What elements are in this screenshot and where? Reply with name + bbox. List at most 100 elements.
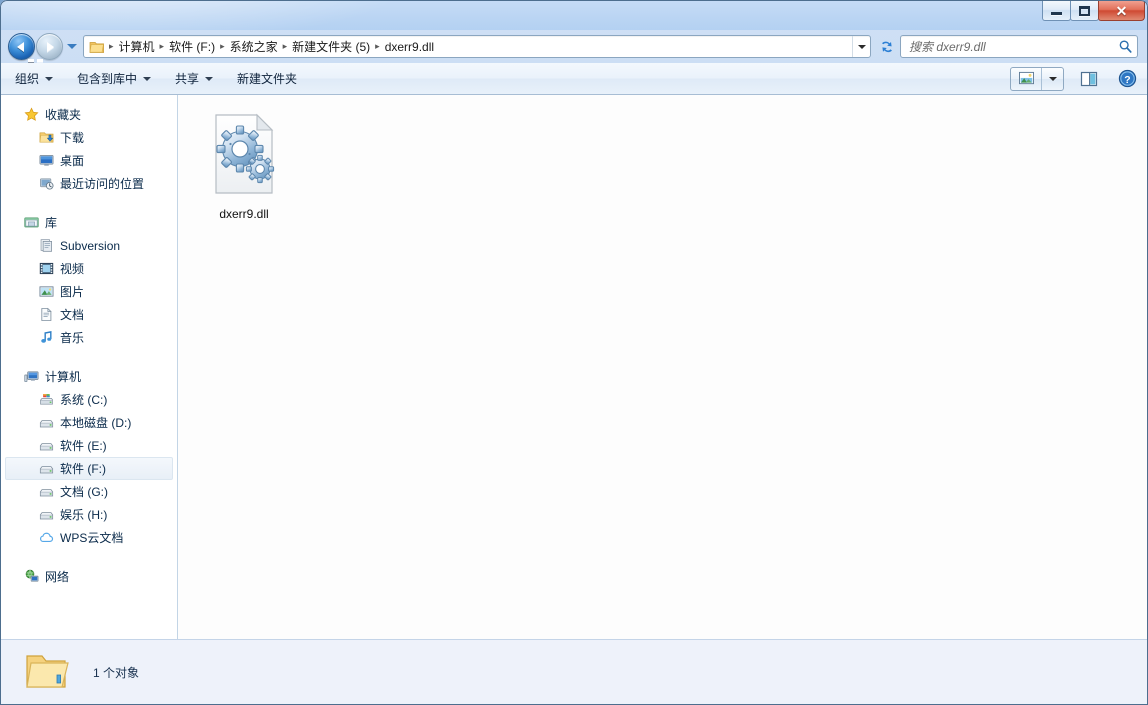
sidebar-label: 软件 (E:) <box>60 437 107 454</box>
sidebar-item-downloads[interactable]: 下载 <box>1 126 177 149</box>
sidebar-label: 系统 (C:) <box>60 391 107 408</box>
include-in-library-label: 包含到库中 <box>77 70 137 87</box>
sidebar-item-drive-g[interactable]: 文档 (G:) <box>1 480 177 503</box>
breadcrumb-separator: ▸ <box>219 41 226 52</box>
organize-label: 组织 <box>15 70 39 87</box>
sidebar-label: 网络 <box>45 568 69 585</box>
minimize-icon <box>1051 12 1062 15</box>
forward-button[interactable] <box>36 33 63 60</box>
sidebar-label: 计算机 <box>45 368 81 385</box>
sidebar-label: 文档 <box>60 306 84 323</box>
address-history-button[interactable] <box>852 36 870 57</box>
sidebar-label: 收藏夹 <box>45 106 81 123</box>
navigation-buttons <box>8 33 79 60</box>
system-drive-icon <box>38 392 54 408</box>
sidebar-item-drive-h[interactable]: 娱乐 (H:) <box>1 503 177 526</box>
sidebar-item-network[interactable]: 网络 <box>1 565 177 588</box>
breadcrumb-separator: ▸ <box>374 41 381 52</box>
recent-pages-button[interactable] <box>65 37 79 57</box>
sidebar-section-libraries: 库 Subversion <box>1 211 177 349</box>
star-icon <box>23 107 39 123</box>
maximize-button[interactable] <box>1070 1 1099 21</box>
recent-places-icon <box>38 176 54 192</box>
sidebar-item-recent-places[interactable]: 最近访问的位置 <box>1 172 177 195</box>
chevron-down-icon <box>143 77 151 81</box>
breadcrumb-item-new-folder-5[interactable]: 新建文件夹 (5) <box>288 37 374 56</box>
cloud-icon <box>38 530 54 546</box>
sidebar-item-computer[interactable]: 计算机 <box>1 365 177 388</box>
share-label: 共享 <box>175 70 199 87</box>
include-in-library-button[interactable]: 包含到库中 <box>67 67 161 91</box>
sidebar-item-drive-d[interactable]: 本地磁盘 (D:) <box>1 411 177 434</box>
window-controls: ✕ <box>1043 1 1145 23</box>
arrow-right-icon <box>47 42 54 52</box>
sidebar-label: Subversion <box>60 239 120 253</box>
dll-gears-icon <box>211 113 277 200</box>
refresh-button[interactable] <box>876 35 898 58</box>
new-folder-button[interactable]: 新建文件夹 <box>227 67 307 91</box>
sidebar-item-desktop[interactable]: 桌面 <box>1 149 177 172</box>
breadcrumb-item-drive-f[interactable]: 软件 (F:) <box>165 37 219 56</box>
sidebar-label: WPS云文档 <box>60 529 123 546</box>
close-icon: ✕ <box>1116 4 1128 18</box>
desktop-icon <box>38 153 54 169</box>
chevron-down-icon <box>205 77 213 81</box>
drive-icon <box>38 438 54 454</box>
explorer-window: ✕ ▸ 计算机 <box>0 0 1148 705</box>
breadcrumb-item-computer[interactable]: 计算机 <box>115 37 159 56</box>
document-icon <box>38 307 54 323</box>
back-button[interactable] <box>8 33 35 60</box>
folder-icon <box>23 648 71 696</box>
search-icon <box>1113 39 1137 54</box>
address-bar-row: ▸ 计算机 ▸ 软件 (F:) ▸ 系统之家 ▸ 新建文件夹 (5) ▸ dxe… <box>0 30 1148 63</box>
drive-icon <box>38 484 54 500</box>
sidebar-item-drive-e[interactable]: 软件 (E:) <box>1 434 177 457</box>
chevron-down-icon <box>67 44 77 49</box>
organize-button[interactable]: 组织 <box>5 67 63 91</box>
drive-icon <box>38 415 54 431</box>
search-box[interactable] <box>900 35 1138 58</box>
sidebar-item-libraries[interactable]: 库 <box>1 211 177 234</box>
breadcrumb-item-xitongzhijia[interactable]: 系统之家 <box>226 37 282 56</box>
sidebar-label: 娱乐 (H:) <box>60 506 107 523</box>
explorer-body: 收藏夹 下载 <box>1 95 1147 639</box>
network-icon <box>23 569 39 585</box>
preview-pane-button[interactable] <box>1076 67 1102 91</box>
breadcrumb-item-dxerr9[interactable]: dxerr9.dll <box>381 39 438 55</box>
address-bar[interactable]: ▸ 计算机 ▸ 软件 (F:) ▸ 系统之家 ▸ 新建文件夹 (5) ▸ dxe… <box>83 35 871 58</box>
sidebar-label: 桌面 <box>60 152 84 169</box>
sidebar-item-videos[interactable]: 视频 <box>1 257 177 280</box>
sidebar-section-favorites: 收藏夹 下载 <box>1 103 177 195</box>
preview-pane-icon <box>1080 71 1098 87</box>
sidebar-item-favorites[interactable]: 收藏夹 <box>1 103 177 126</box>
search-input[interactable] <box>901 40 1113 54</box>
view-control-group <box>1010 67 1064 91</box>
file-list-view[interactable]: dxerr9.dll <box>178 95 1147 639</box>
downloads-folder-icon <box>38 130 54 146</box>
view-options-dropdown[interactable] <box>1041 68 1063 90</box>
sidebar-item-subversion[interactable]: Subversion <box>1 234 177 257</box>
chevron-down-icon <box>858 45 866 49</box>
sidebar-item-documents[interactable]: 文档 <box>1 303 177 326</box>
change-view-button[interactable] <box>1011 68 1041 90</box>
help-icon: ? <box>1118 69 1137 88</box>
sidebar-item-wps-cloud[interactable]: WPS云文档 <box>1 526 177 549</box>
video-icon <box>38 261 54 277</box>
share-button[interactable]: 共享 <box>165 67 223 91</box>
sidebar-item-drive-f[interactable]: 软件 (F:) <box>5 457 173 480</box>
chevron-down-icon <box>45 77 53 81</box>
sidebar-section-network: 网络 <box>1 565 177 588</box>
minimize-button[interactable] <box>1042 1 1071 21</box>
chevron-down-icon <box>1049 77 1057 81</box>
file-item-dxerr9-dll[interactable]: dxerr9.dll <box>192 109 296 226</box>
title-bar: ✕ <box>0 0 1148 30</box>
sidebar-item-music[interactable]: 音乐 <box>1 326 177 349</box>
sidebar-item-drive-c[interactable]: 系统 (C:) <box>1 388 177 411</box>
close-button[interactable]: ✕ <box>1098 1 1145 21</box>
sidebar-label: 最近访问的位置 <box>60 175 144 192</box>
help-button[interactable]: ? <box>1116 68 1138 90</box>
breadcrumb-separator: ▸ <box>108 41 115 52</box>
navigation-pane[interactable]: 收藏夹 下载 <box>1 95 178 639</box>
sidebar-item-pictures[interactable]: 图片 <box>1 280 177 303</box>
breadcrumb[interactable]: ▸ 计算机 ▸ 软件 (F:) ▸ 系统之家 ▸ 新建文件夹 (5) ▸ dxe… <box>108 37 852 56</box>
